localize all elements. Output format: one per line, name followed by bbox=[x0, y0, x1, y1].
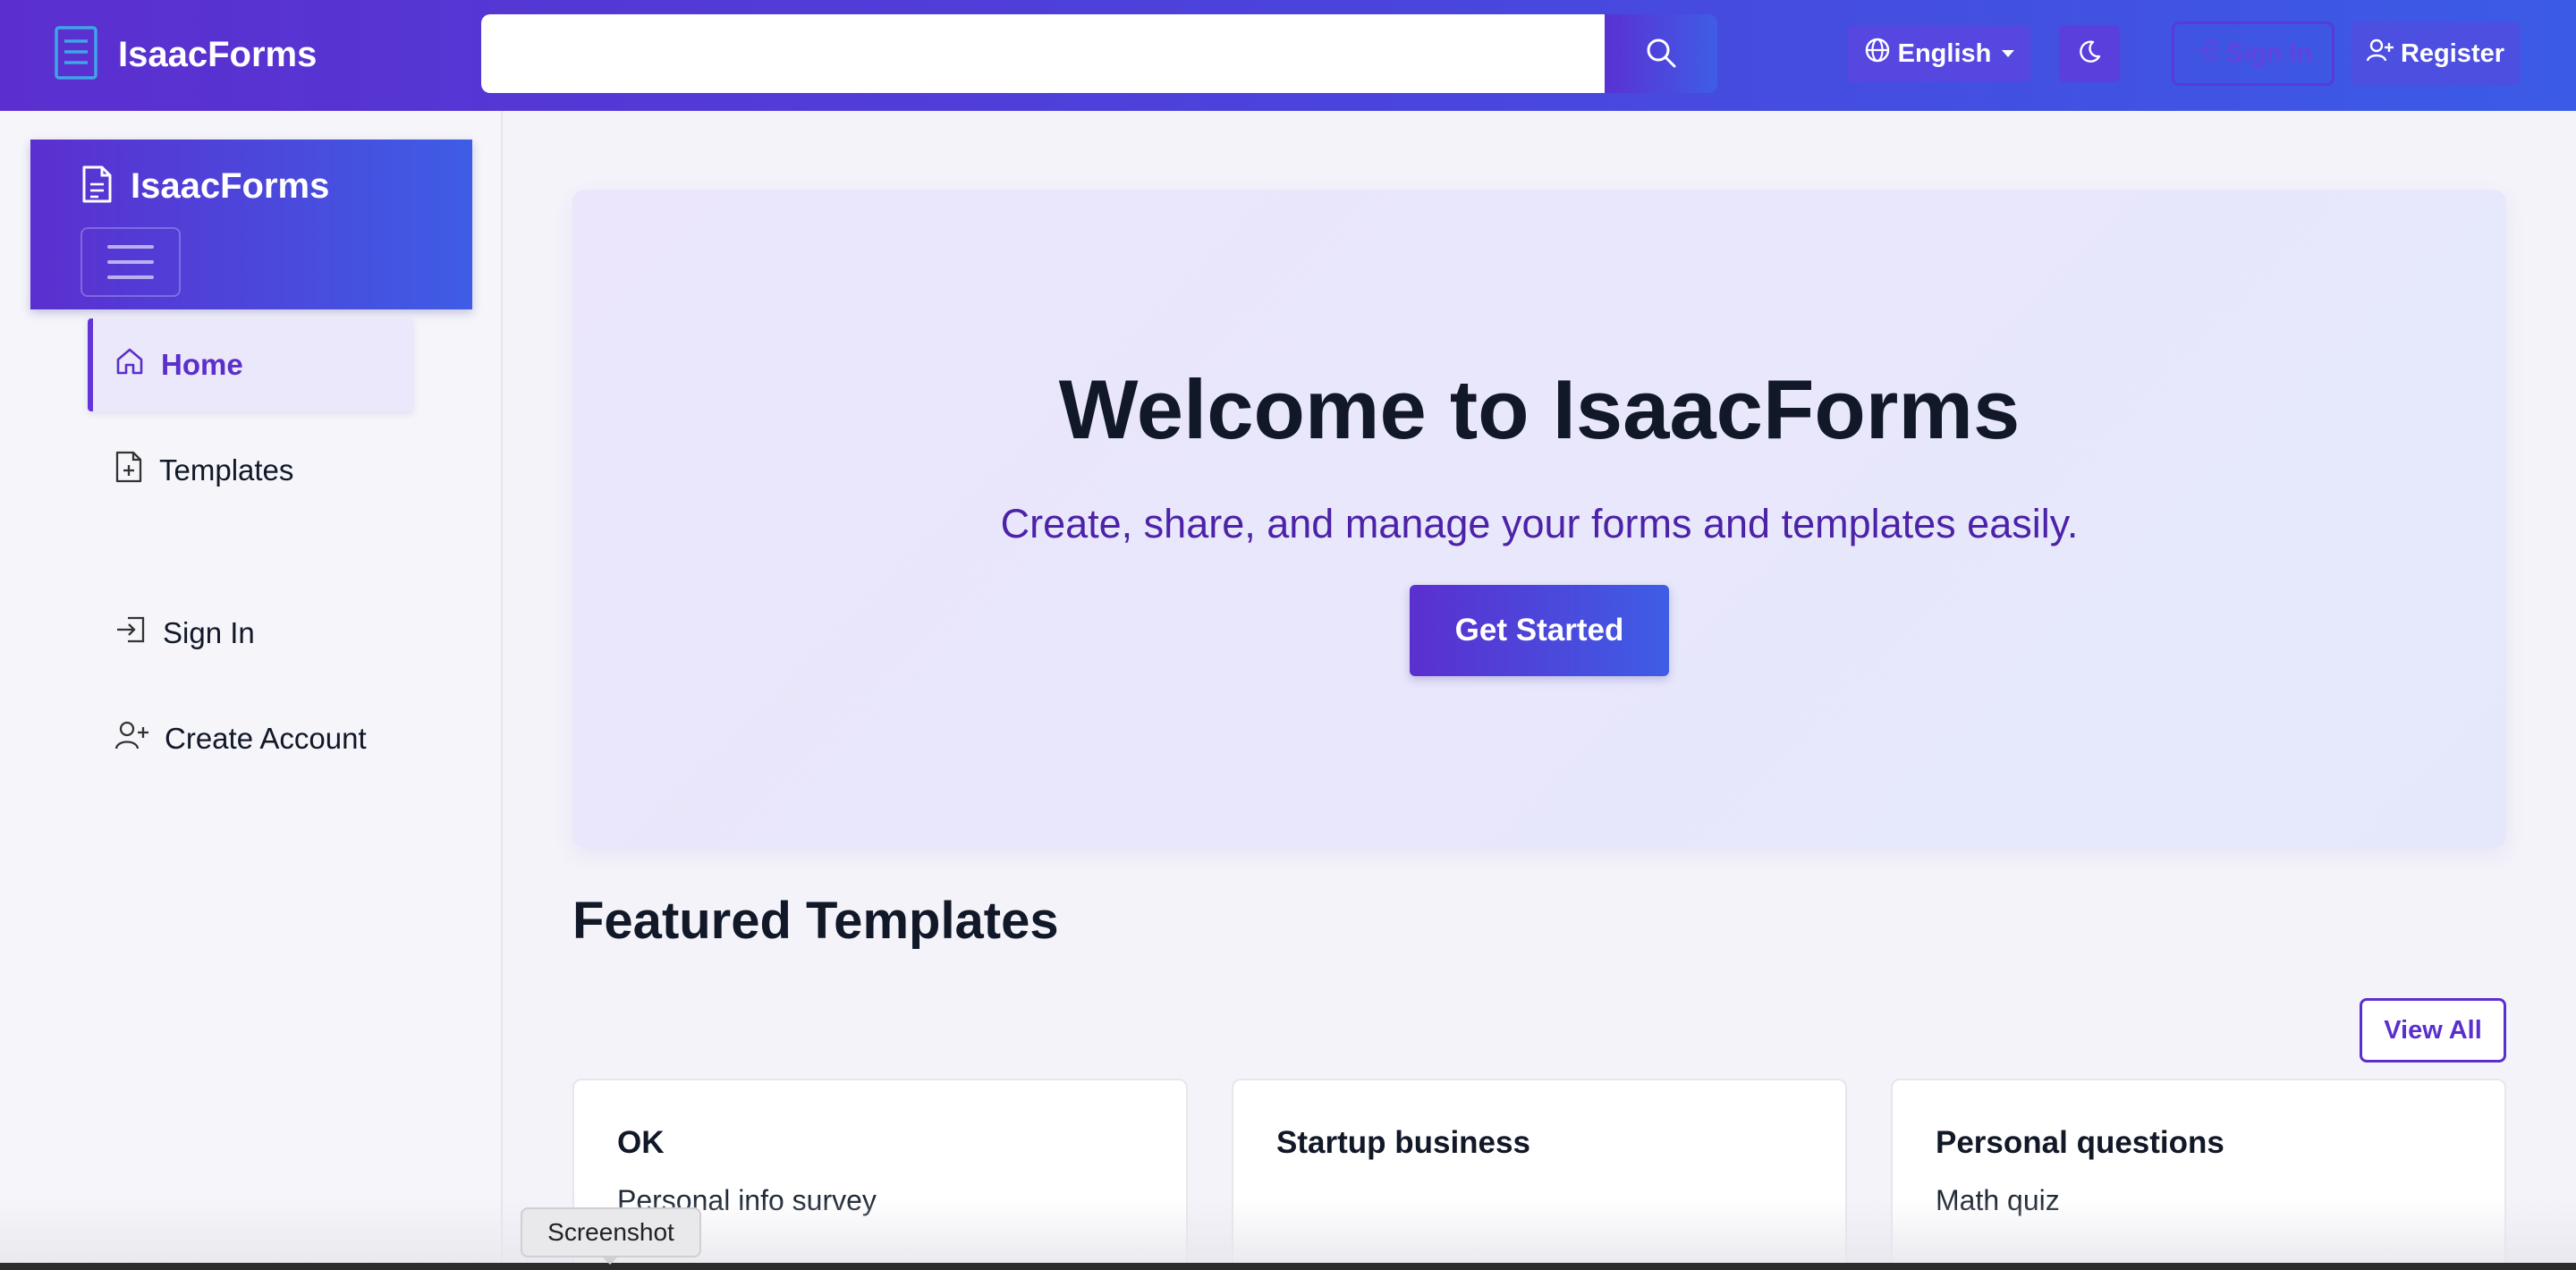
sign-in-icon bbox=[114, 614, 147, 652]
hero-title: Welcome to IsaacForms bbox=[1058, 362, 2021, 456]
moon-icon bbox=[2076, 38, 2103, 70]
hero-banner: Welcome to IsaacForms Create, share, and… bbox=[572, 190, 2506, 848]
template-card-title: Personal questions bbox=[1936, 1125, 2224, 1160]
hamburger-line bbox=[107, 275, 154, 279]
sidebar-item-label: Home bbox=[161, 348, 243, 381]
sidebar-brand[interactable]: IsaacForms bbox=[80, 165, 329, 208]
user-plus-icon bbox=[2366, 38, 2394, 70]
navbar-brand[interactable]: IsaacForms bbox=[54, 25, 317, 84]
bottom-fade bbox=[0, 1198, 2576, 1270]
file-text-icon bbox=[80, 165, 113, 208]
navbar-register-button[interactable]: Register bbox=[2351, 21, 2521, 86]
view-all-button[interactable]: View All bbox=[2360, 998, 2506, 1063]
sidebar-header: IsaacForms bbox=[30, 140, 472, 309]
navbar-sign-in-button[interactable]: Sign In bbox=[2172, 21, 2334, 86]
screenshot-tooltip: Screenshot bbox=[521, 1207, 701, 1257]
navbar-register-label: Register bbox=[2400, 38, 2505, 68]
tooltip-tail bbox=[601, 1256, 619, 1265]
hero-subtitle: Create, share, and manage your forms and… bbox=[1000, 501, 2079, 546]
globe-icon bbox=[1864, 37, 1891, 71]
language-label: English bbox=[1897, 38, 1992, 68]
window-bottom-edge bbox=[0, 1263, 2576, 1270]
chevron-down-icon bbox=[2002, 50, 2015, 57]
menu-toggle-button[interactable] bbox=[80, 227, 181, 297]
sidebar: IsaacForms Home Templates Sign In Create… bbox=[0, 111, 503, 1270]
hamburger-line bbox=[107, 245, 154, 249]
home-icon bbox=[114, 346, 145, 384]
search-icon bbox=[1645, 37, 1677, 72]
get-started-button[interactable]: Get Started bbox=[1410, 585, 1669, 676]
search-input[interactable] bbox=[481, 14, 1605, 93]
search-bar bbox=[481, 14, 1717, 93]
file-plus-icon bbox=[114, 450, 143, 491]
navbar-brand-text: IsaacForms bbox=[118, 34, 318, 74]
sidebar-item-label: Sign In bbox=[163, 616, 255, 649]
sidebar-item-label: Templates bbox=[159, 453, 294, 487]
document-icon bbox=[54, 25, 98, 85]
navbar-sign-in-label: Sign In bbox=[2225, 38, 2313, 68]
sidebar-item-sign-in[interactable]: Sign In bbox=[88, 587, 413, 680]
top-navbar: IsaacForms English Sign In Register bbox=[0, 0, 2576, 111]
user-plus-icon bbox=[114, 720, 148, 758]
featured-templates-title: Featured Templates bbox=[572, 892, 1059, 950]
sidebar-item-label: Create Account bbox=[165, 722, 367, 755]
template-card-title: Startup business bbox=[1276, 1125, 1530, 1160]
sidebar-item-create-account[interactable]: Create Account bbox=[88, 692, 413, 785]
template-card-title: OK bbox=[617, 1125, 665, 1160]
sidebar-item-templates[interactable]: Templates bbox=[88, 424, 413, 517]
search-button[interactable] bbox=[1605, 14, 1717, 93]
sign-in-icon bbox=[2194, 38, 2219, 70]
sidebar-brand-text: IsaacForms bbox=[131, 166, 330, 206]
language-dropdown[interactable]: English bbox=[1848, 25, 2030, 82]
theme-toggle-button[interactable] bbox=[2059, 25, 2120, 82]
sidebar-item-home[interactable]: Home bbox=[88, 318, 413, 411]
hamburger-line bbox=[107, 260, 154, 264]
